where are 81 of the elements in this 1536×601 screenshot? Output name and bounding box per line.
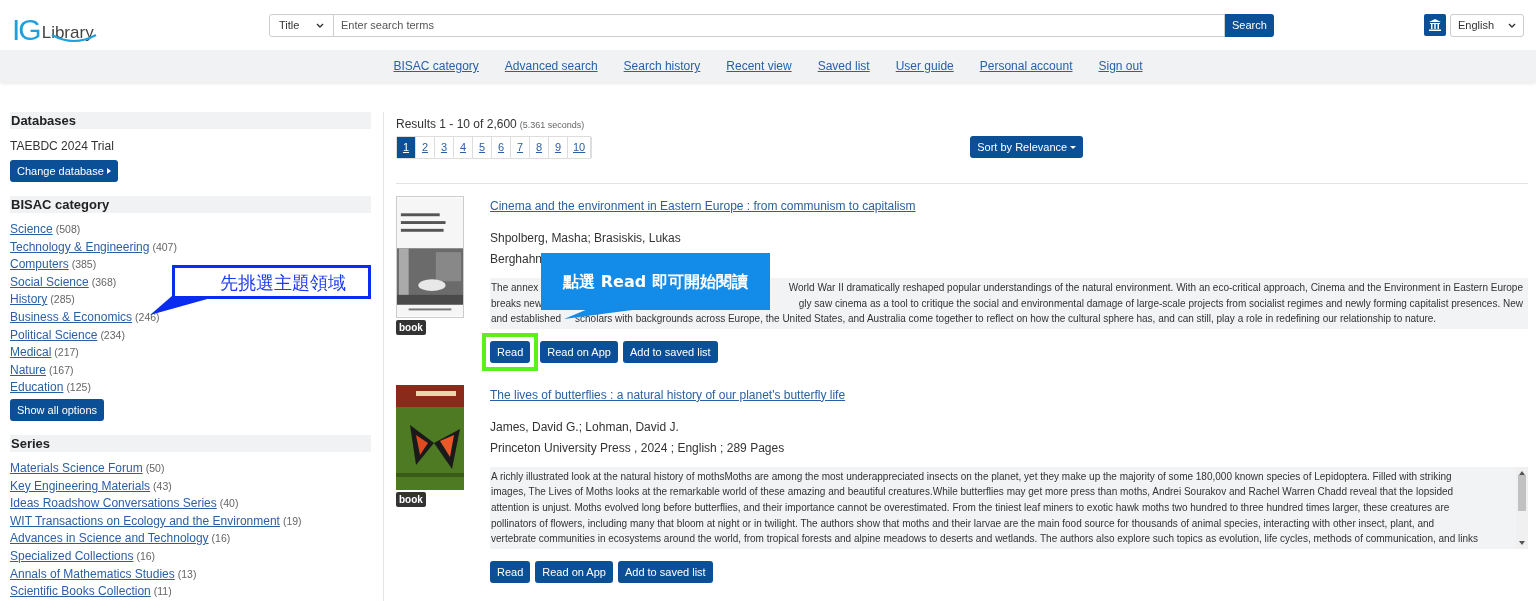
category-link[interactable]: Scientific Books Collection — [10, 582, 151, 601]
category-link[interactable]: Key Engineering Materials — [10, 476, 151, 495]
search-time: (5.361 seconds) — [519, 119, 585, 132]
category-link[interactable]: WIT Transactions on Ecology and the Environment — [10, 511, 280, 530]
caret-icon — [106, 168, 111, 174]
item-count: (217) — [54, 345, 79, 361]
scrollbar[interactable] — [1516, 466, 1528, 549]
category-link[interactable]: Nature — [10, 360, 47, 379]
nav-link[interactable]: Search history — [623, 57, 701, 75]
item-count: (40) — [219, 496, 239, 512]
book-authors: James, David G.; Lohman, David J. — [490, 418, 680, 436]
category-link[interactable]: Science — [10, 220, 53, 238]
category-link[interactable]: History — [10, 290, 48, 309]
category-link[interactable]: Medical — [10, 343, 52, 362]
nav-link[interactable]: User guide — [895, 57, 954, 75]
item-count: (368) — [91, 274, 117, 290]
item-count: (167) — [49, 362, 74, 378]
category-link[interactable]: Education — [10, 378, 64, 397]
change-database-button[interactable]: Change database — [10, 160, 118, 182]
item-count: (19) — [282, 513, 302, 529]
database-name: TAEBDC 2024 Trial — [10, 138, 115, 155]
category-link[interactable]: Political Science — [10, 325, 98, 344]
language-select[interactable]: English — [1450, 13, 1524, 37]
nav-link[interactable]: Sign out — [1098, 57, 1143, 75]
book-title-link[interactable]: The lives of butterflies : a natural history of our planet's butterfly life — [490, 385, 1528, 404]
read-button[interactable]: Read — [490, 560, 531, 583]
item-count: (11) — [153, 584, 172, 600]
category-link[interactable]: Technology & Engineering — [10, 237, 150, 256]
search-field[interactable]: Enter search terms — [334, 13, 1225, 37]
item-count: (508) — [55, 222, 81, 237]
category-link[interactable]: Computers — [10, 255, 69, 274]
caret-icon — [1070, 145, 1077, 149]
section-heading: Databases — [10, 112, 371, 129]
chevron-icon — [316, 22, 324, 28]
item-count: (125) — [66, 380, 91, 396]
item-count: (16) — [136, 548, 156, 564]
category-link[interactable]: Business & Economics — [10, 307, 133, 326]
search-type-select[interactable]: Title — [269, 13, 334, 37]
nav-link[interactable]: Personal account — [979, 57, 1073, 75]
sort-dropdown-button[interactable]: Sort by Relevance — [970, 136, 1084, 158]
nav-link[interactable]: Recent view — [726, 57, 792, 75]
category-link[interactable]: Annals of Mathematics Studies — [10, 564, 175, 583]
item-count: (234) — [100, 327, 125, 343]
item-count: (50) — [145, 460, 165, 476]
category-link[interactable]: Specialized Collections — [10, 546, 134, 565]
chevron-icon — [1508, 22, 1516, 28]
add-to-saved-list-button[interactable]: Add to saved list — [622, 340, 718, 363]
item-count: (13) — [177, 566, 197, 582]
category-link[interactable]: Materials Science Forum — [10, 458, 143, 477]
category-link[interactable]: Social Science — [10, 272, 89, 291]
read-on-app-button[interactable]: Read on App — [535, 560, 613, 583]
book-tag: book — [396, 491, 426, 507]
institution-icon[interactable] — [1424, 14, 1446, 36]
nav-link[interactable]: Saved list — [817, 57, 870, 75]
category-link[interactable]: Advances in Science and Technology — [10, 529, 209, 548]
item-count: (43) — [153, 478, 172, 494]
item-count: (285) — [50, 292, 75, 308]
search-button[interactable]: Search — [1225, 13, 1274, 37]
item-count: (246) — [135, 309, 160, 325]
publisher-info: Berghahn — [490, 251, 544, 268]
item-count: (16) — [211, 531, 231, 547]
site-logo[interactable]: IGLibrary — [12, 5, 269, 45]
read-on-app-button[interactable]: Read on App — [540, 340, 618, 363]
category-link[interactable]: Ideas Roadshow Conversations Series — [10, 494, 217, 513]
read-button[interactable]: Read — [490, 340, 531, 363]
page-link[interactable]: 1 — [397, 137, 416, 158]
nav-link[interactable]: BISAC category — [393, 57, 479, 75]
section-heading: Series — [10, 434, 371, 452]
item-count: (407) — [152, 239, 177, 255]
item-count: (385) — [71, 257, 97, 273]
book-title-link[interactable]: Cinema and the environment in Eastern Europe : from communism to capitalism — [490, 197, 1528, 215]
book-tag: book — [396, 320, 426, 335]
callout-label: 先挑選主題領域 — [172, 265, 371, 299]
show-all-options-button[interactable]: Show all options — [10, 398, 105, 421]
book-authors: Shpolberg, Masha; Brasiskis, Lukas — [490, 230, 682, 247]
add-to-saved-list-button[interactable]: Add to saved list — [617, 560, 713, 583]
publisher-info: Princeton University Press , 2024 ; English ; 289 Pages — [490, 439, 786, 457]
book-description: A richly illustrated look at the natural history of mothsMoths are among the most underappreciated insects on the planet, yet they make up the majority of some 180,000 known species of Lepidoptera. Filled with striking images, The Lives of Moths looks at the remarkable world of these amazing and beautiful creatures.While butterflies may get more press than moths, Andrei Sourakov and Rachel Warren Chadd reveal that the lopsided attention is unjust. Moths evolved long before butterflies, and their importance cannot be overestimated. From the tiniest leaf miners to exotic hawk moths two hundred to three hundred times larger, these creatures are pollinators of flowers, including many that bloom at night or in twilight. The authors show that moths and their larvae are the main food source for thousands of animal species, interacting with other insect, plant, and vertebrate communities in ecosystems around the world, from tropical forests and alpine meadows to deserts and wetlands. The authors also explore such topics as evolution, life cycles, methods of communication, and links — [490, 466, 1528, 549]
section-heading: BISAC category — [10, 196, 371, 213]
results-summary: Results 1 - 10 of 2,600 — [396, 116, 517, 133]
nav-link[interactable]: Advanced search — [504, 57, 598, 75]
